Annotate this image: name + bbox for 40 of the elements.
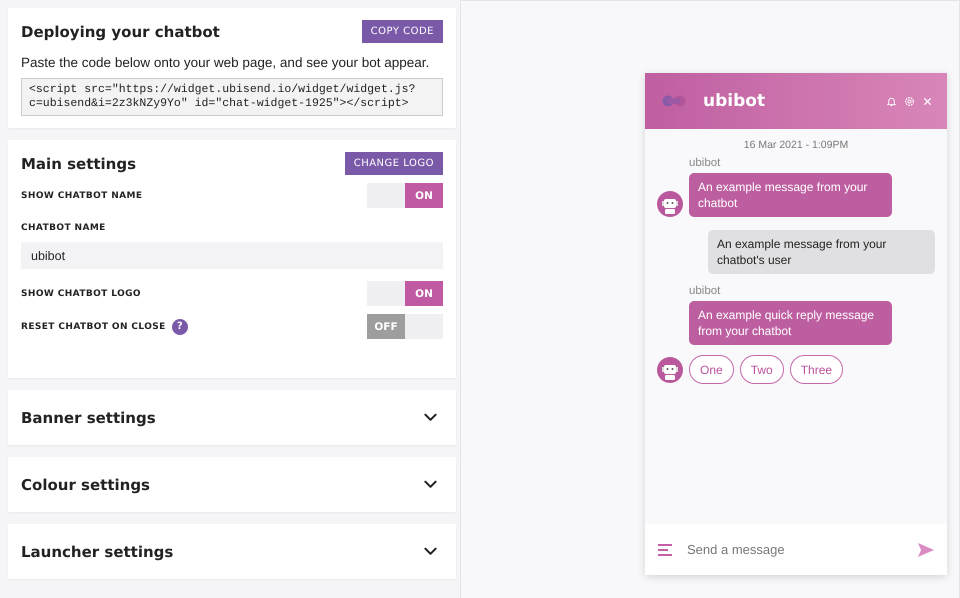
message-composer[interactable]: Send a message — [645, 524, 947, 575]
toggle-switch[interactable]: ON — [367, 183, 443, 208]
settings-section[interactable]: Launcher settings — [8, 524, 456, 579]
card-title: Deploying your chatbot — [21, 22, 220, 40]
chat-title: ubibot — [703, 91, 766, 111]
send-icon[interactable] — [917, 542, 935, 558]
field-label: CHATBOT NAME — [21, 223, 107, 233]
toggle-switch[interactable]: ON — [367, 281, 443, 306]
bot-message: An example quick reply message from your chatbot — [689, 301, 892, 345]
settings-section[interactable]: Colour settings — [8, 457, 456, 512]
chevron-icon[interactable] — [424, 480, 437, 489]
change-logo-button[interactable]: CHANGE LOGO — [344, 152, 443, 175]
help-icon[interactable]: ? — [172, 318, 188, 334]
bot-message: An example message from your chatbot — [689, 173, 892, 217]
copy-code-button[interactable]: COPY CODE — [362, 20, 443, 43]
sender-name: ubibot — [689, 285, 722, 297]
quick-reply-button[interactable]: Two — [740, 355, 784, 384]
setting-label: RESET CHATBOT ON CLOSE — [21, 322, 166, 332]
chevron-icon[interactable] — [424, 547, 437, 556]
description-text: Paste the code below onto your web page, and see your bot appear. — [21, 55, 430, 70]
logo-icon — [661, 95, 687, 107]
setting-label: SHOW CHATBOT NAME — [21, 190, 142, 200]
user-message: An example message from your chatbot's user — [708, 230, 935, 274]
chatbot-name-field[interactable]: ubibot — [21, 242, 443, 269]
close-icon[interactable] — [922, 96, 933, 106]
card-title: Main settings — [21, 154, 136, 172]
section-title: Launcher settings — [21, 542, 174, 560]
sender-name: ubibot — [689, 157, 722, 169]
quick-reply-button[interactable]: One — [689, 355, 734, 384]
code-snippet: <script src="https://widget.ubisend.io/widget/widget.js? c=ubisend&i=2z3kNZy9Yo" id="chat-widget-1925"></script> — [21, 78, 443, 116]
settings-section[interactable]: Banner settings — [8, 390, 456, 445]
menu-icon[interactable] — [657, 542, 673, 556]
section-title: Banner settings — [21, 408, 156, 426]
quick-reply-button[interactable]: Three — [790, 355, 844, 384]
settings-icon[interactable] — [904, 96, 915, 106]
setting-label: SHOW CHATBOT LOGO — [21, 288, 141, 298]
section-title: Colour settings — [21, 476, 150, 494]
timestamp: 16 Mar 2021 - 1:09PM — [742, 139, 850, 151]
bell-icon[interactable] — [886, 96, 897, 106]
chevron-icon[interactable] — [424, 413, 437, 422]
